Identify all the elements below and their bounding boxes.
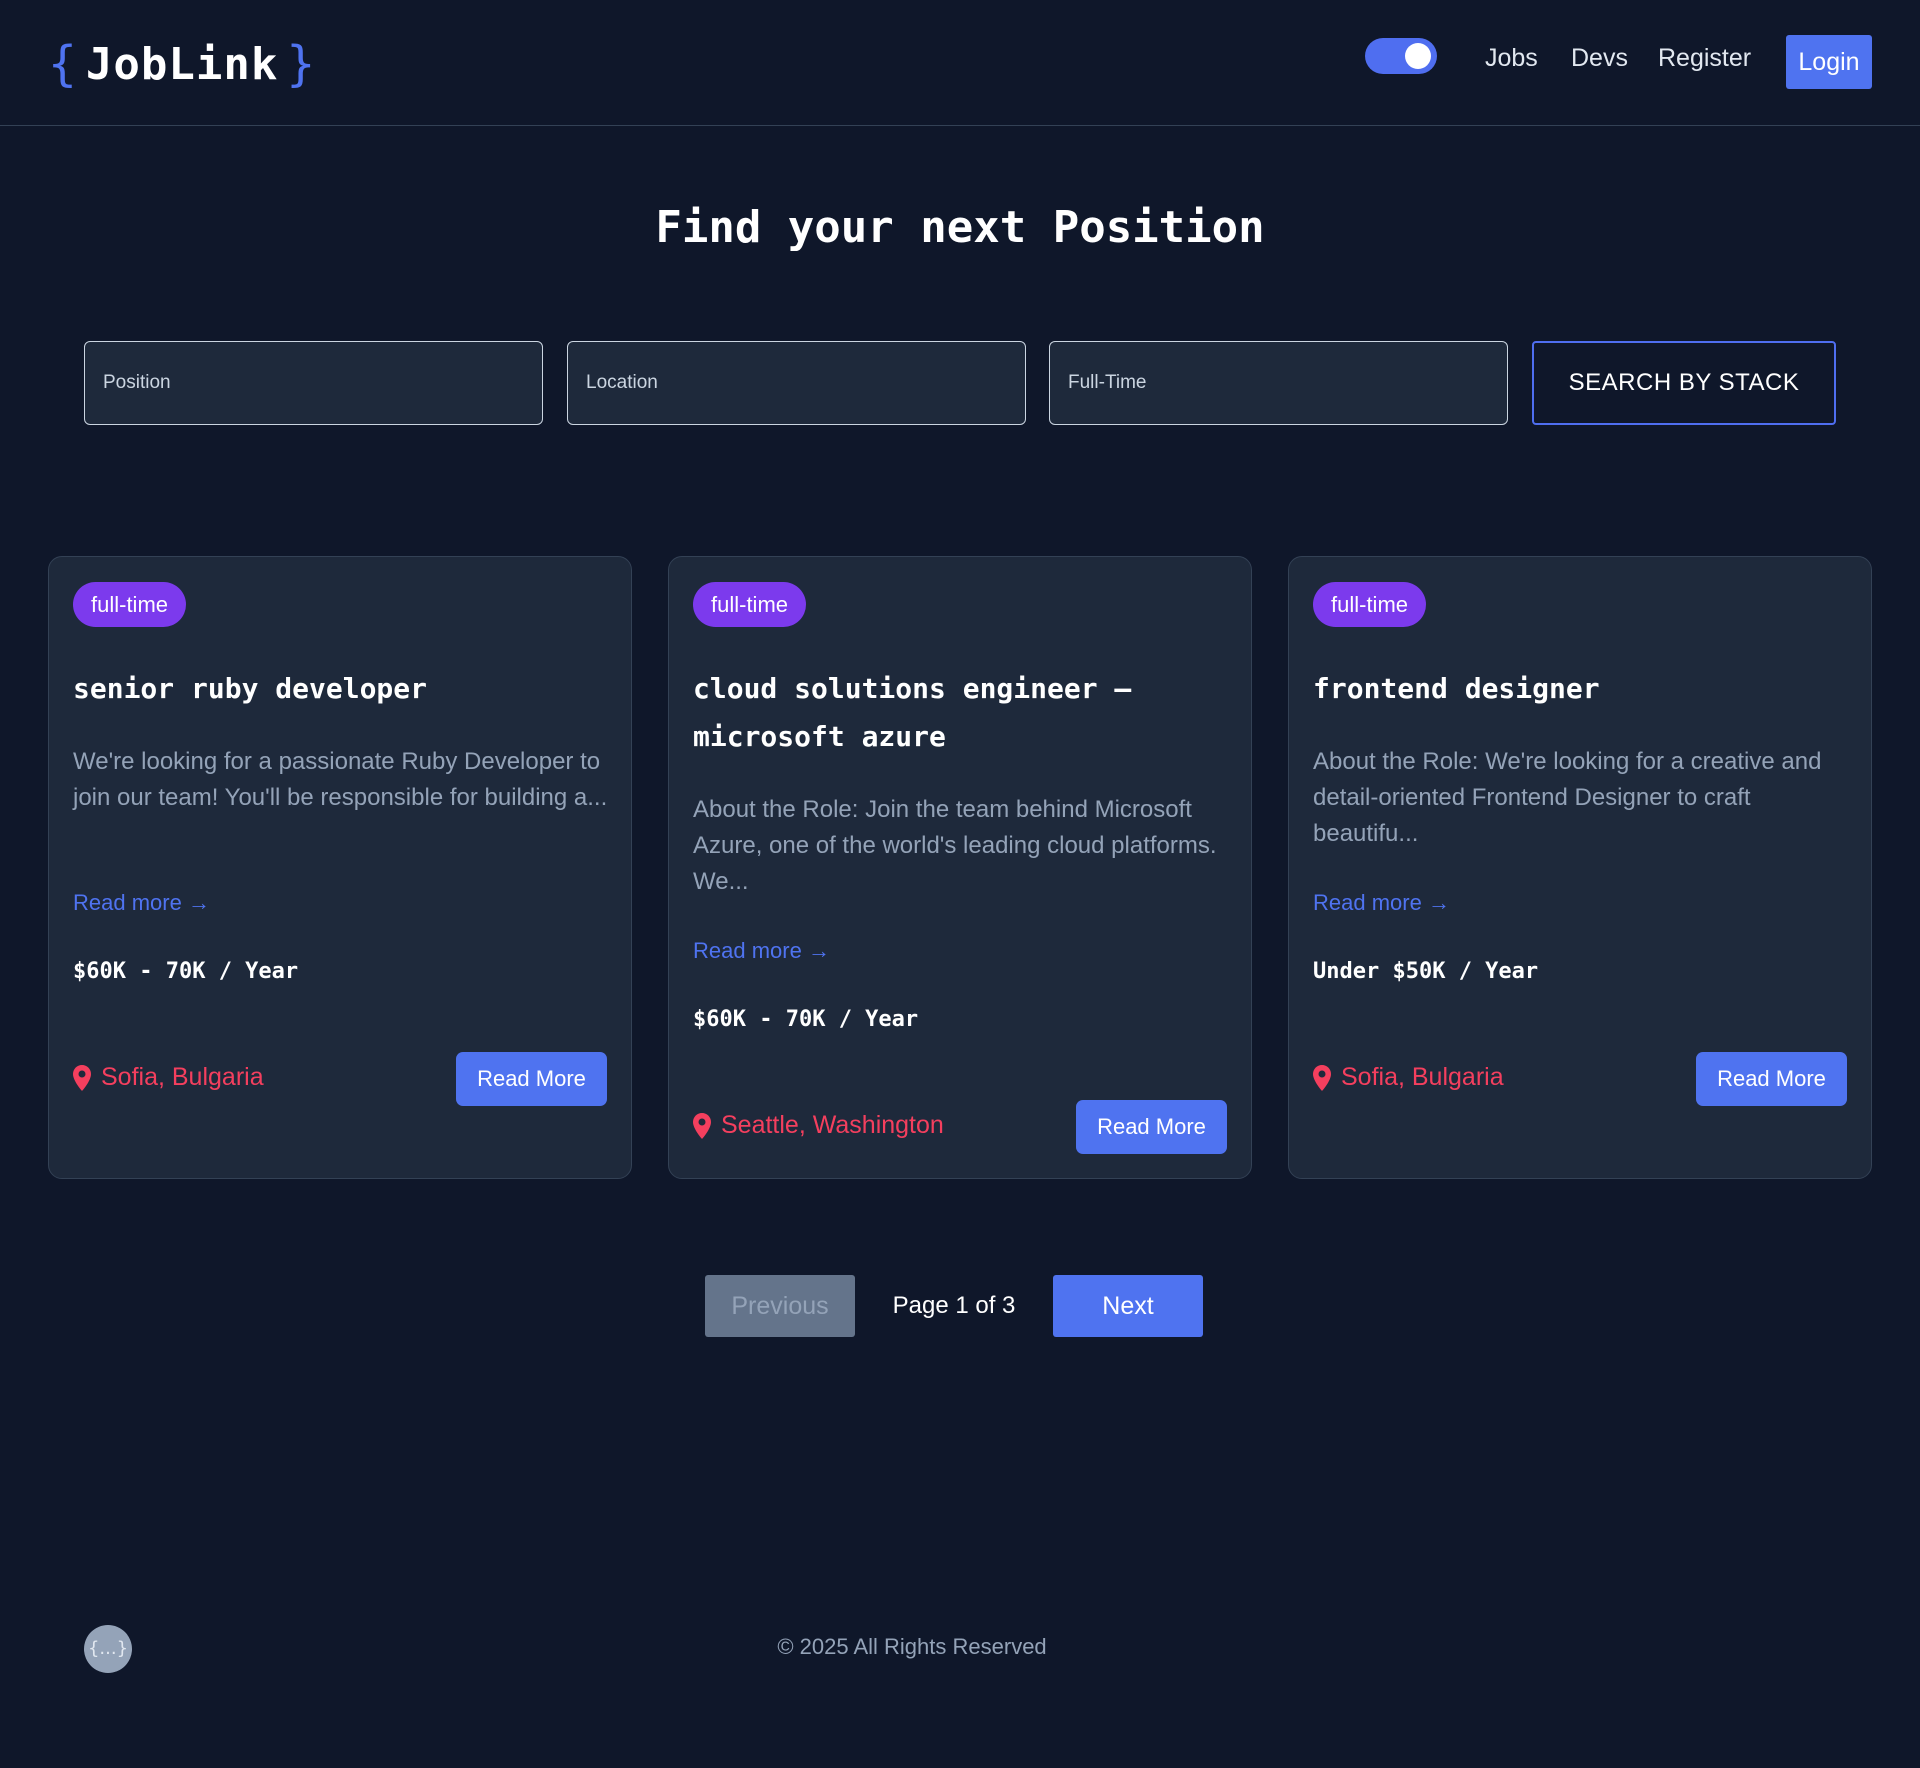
job-location: Seattle, Washington [693, 1111, 944, 1140]
previous-page-button[interactable]: Previous [705, 1275, 855, 1337]
job-salary: $60K - 70K / Year [693, 1007, 919, 1032]
map-pin-icon [693, 1112, 711, 1139]
job-location: Sofia, Bulgaria [1313, 1063, 1504, 1092]
job-location: Sofia, Bulgaria [73, 1063, 264, 1092]
read-more-button[interactable]: Read More [456, 1052, 607, 1106]
nav-devs[interactable]: Devs [1571, 44, 1628, 73]
job-description: We're looking for a passionate Ruby Deve… [73, 748, 608, 811]
map-pin-icon [1313, 1064, 1331, 1091]
read-more-link[interactable]: Read more → [1313, 890, 1450, 916]
top-header: { JobLink } Jobs Devs Register Login [0, 0, 1920, 126]
job-type-badge: full-time [1313, 582, 1427, 627]
job-type-badge: full-time [73, 582, 187, 627]
copyright-text: © 2025 All Rights Reserved [777, 1634, 1047, 1659]
next-page-button[interactable]: Next [1053, 1275, 1203, 1337]
search-by-stack-button[interactable]: SEARCH BY STACK [1532, 341, 1836, 425]
nav-jobs[interactable]: Jobs [1485, 44, 1538, 73]
job-description: About the Role: Join the team behind Mic… [693, 796, 1217, 895]
job-type-input[interactable] [1049, 341, 1508, 425]
job-card: full-time frontend designer About the Ro… [1288, 556, 1872, 1179]
position-input[interactable] [84, 341, 543, 425]
read-more-link[interactable]: Read more → [73, 890, 210, 916]
read-more-button[interactable]: Read More [1076, 1100, 1227, 1154]
logo[interactable]: { JobLink } [48, 36, 316, 92]
job-type-badge: full-time [693, 582, 807, 627]
read-more-link[interactable]: Read more → [693, 938, 830, 964]
job-location-text: Seattle, Washington [721, 1111, 944, 1139]
job-location-text: Sofia, Bulgaria [1341, 1063, 1504, 1091]
map-pin-icon [73, 1064, 91, 1091]
job-card: full-time cloud solutions engineer – mic… [668, 556, 1252, 1179]
logo-close-brace: } [286, 36, 317, 92]
logo-name: JobLink [85, 38, 279, 90]
logo-open-brace: { [48, 36, 78, 92]
job-location-text: Sofia, Bulgaria [101, 1063, 264, 1091]
login-button[interactable]: Login [1786, 35, 1872, 89]
job-description: About the Role: We're looking for a crea… [1313, 748, 1822, 847]
theme-toggle[interactable] [1365, 38, 1437, 74]
job-salary: Under $50K / Year [1313, 959, 1539, 984]
location-input[interactable] [567, 341, 1026, 425]
job-title: frontend designer [1313, 672, 1600, 705]
job-title: cloud solutions engineer – microsoft azu… [693, 672, 1132, 753]
page-indicator: Page 1 of 3 [892, 1292, 1016, 1319]
nav-register[interactable]: Register [1658, 44, 1751, 73]
job-card: full-time senior ruby developer We're lo… [48, 556, 632, 1179]
job-title: senior ruby developer [73, 672, 428, 705]
job-salary: $60K - 70K / Year [73, 959, 299, 984]
page-title: Find your next Position [655, 202, 1265, 253]
read-more-button[interactable]: Read More [1696, 1052, 1847, 1106]
theme-toggle-knob [1405, 43, 1431, 69]
